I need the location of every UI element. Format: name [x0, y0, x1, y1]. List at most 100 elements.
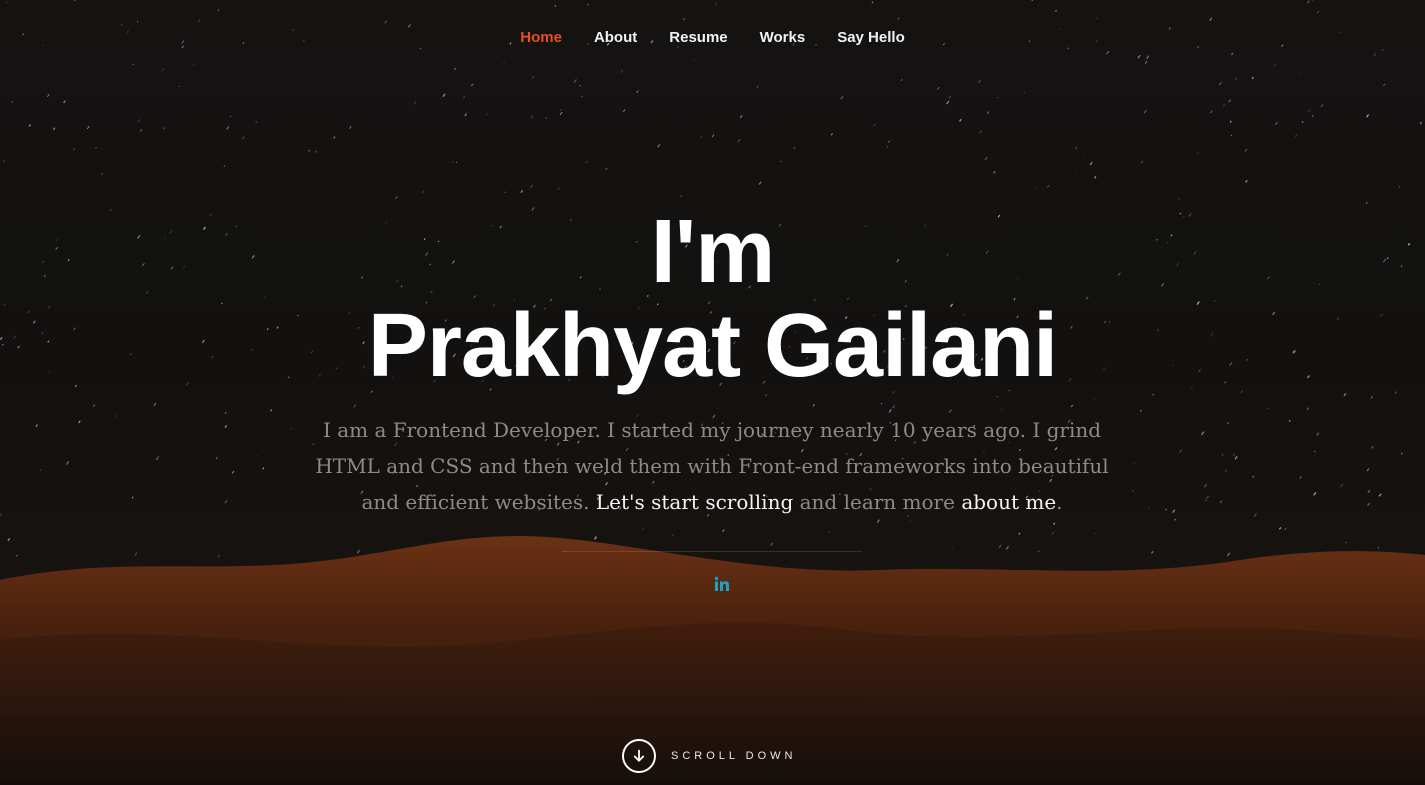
- star: [197, 18, 201, 23]
- star: [1378, 493, 1382, 497]
- star: [682, 17, 686, 21]
- star: [1046, 184, 1050, 188]
- star: [700, 135, 703, 139]
- star: [1144, 61, 1148, 64]
- star: [217, 554, 221, 558]
- nav-works[interactable]: Works: [744, 27, 822, 49]
- star: [78, 420, 81, 423]
- star: [554, 4, 557, 8]
- star: [463, 96, 466, 99]
- star: [290, 427, 293, 430]
- star: [793, 147, 796, 150]
- about-me-link[interactable]: about me: [961, 490, 1056, 514]
- star: [1203, 483, 1208, 488]
- star: [1253, 513, 1257, 517]
- star: [136, 20, 139, 23]
- star: [315, 151, 317, 153]
- star: [72, 148, 75, 151]
- star: [35, 424, 39, 428]
- star: [1340, 483, 1344, 488]
- star: [997, 96, 999, 99]
- star: [1165, 508, 1167, 511]
- star: [887, 140, 891, 144]
- nav-resume[interactable]: Resume: [653, 27, 743, 49]
- arrow-down-circle-icon: [622, 739, 656, 773]
- nav-about[interactable]: About: [578, 27, 653, 49]
- start-scrolling-link[interactable]: Let's start scrolling: [596, 490, 793, 514]
- star: [587, 3, 589, 6]
- scroll-down-button[interactable]: SCROLL DOWN: [622, 739, 797, 773]
- star: [1218, 81, 1222, 86]
- star: [1143, 109, 1147, 114]
- star: [986, 111, 990, 115]
- star: [11, 100, 14, 103]
- star: [1224, 469, 1228, 473]
- star: [74, 0, 76, 2]
- star: [413, 101, 417, 105]
- star: [1141, 160, 1144, 164]
- star: [779, 160, 782, 163]
- star: [1227, 421, 1229, 425]
- star: [1351, 533, 1353, 535]
- star: [1179, 449, 1183, 453]
- star: [530, 115, 534, 119]
- star: [178, 85, 181, 87]
- star: [223, 165, 225, 167]
- star: [404, 548, 407, 551]
- star: [1000, 408, 1003, 411]
- star: [1299, 475, 1303, 479]
- star: [951, 547, 954, 550]
- star: [28, 124, 31, 127]
- star: [1148, 507, 1150, 509]
- star: [585, 160, 588, 164]
- star: [876, 519, 880, 523]
- star: [1031, 0, 1034, 2]
- linkedin-link[interactable]: [711, 574, 733, 594]
- star: [1133, 462, 1135, 465]
- star: [1038, 550, 1040, 553]
- star: [270, 409, 273, 412]
- star: [1054, 9, 1058, 13]
- nav-home[interactable]: Home: [504, 27, 578, 49]
- star: [120, 23, 123, 27]
- star: [1222, 103, 1226, 107]
- star: [1308, 109, 1311, 113]
- star: [830, 133, 834, 136]
- star: [641, 527, 645, 531]
- star: [559, 111, 563, 116]
- star: [1232, 453, 1235, 456]
- star: [559, 108, 562, 112]
- star: [443, 548, 448, 553]
- nav-say-hello[interactable]: Say Hello: [821, 27, 921, 49]
- star: [1106, 50, 1110, 55]
- star: [636, 90, 639, 94]
- star: [503, 62, 505, 64]
- star: [1311, 115, 1314, 118]
- star: [900, 78, 903, 82]
- star: [1371, 445, 1374, 449]
- star: [1313, 492, 1317, 496]
- star: [1051, 531, 1055, 536]
- star: [1228, 99, 1231, 103]
- star: [1172, 509, 1176, 514]
- star: [1152, 393, 1155, 396]
- star: [224, 500, 228, 504]
- star: [161, 67, 165, 72]
- star: [714, 2, 718, 6]
- star: [7, 537, 11, 542]
- hero-section: Home About Resume Works Say Hello I'm Pr…: [0, 0, 1425, 785]
- star: [454, 67, 457, 71]
- star: [679, 194, 683, 198]
- star: [1023, 91, 1026, 94]
- star: [1284, 527, 1287, 531]
- star: [2, 159, 5, 163]
- star: [1209, 17, 1213, 21]
- star: [1234, 77, 1238, 81]
- star: [95, 146, 98, 149]
- main-nav: Home About Resume Works Say Hello: [0, 27, 1425, 49]
- star: [224, 425, 228, 428]
- star: [1312, 0, 1314, 1]
- star: [1370, 395, 1373, 399]
- star: [131, 496, 134, 499]
- star: [770, 542, 774, 547]
